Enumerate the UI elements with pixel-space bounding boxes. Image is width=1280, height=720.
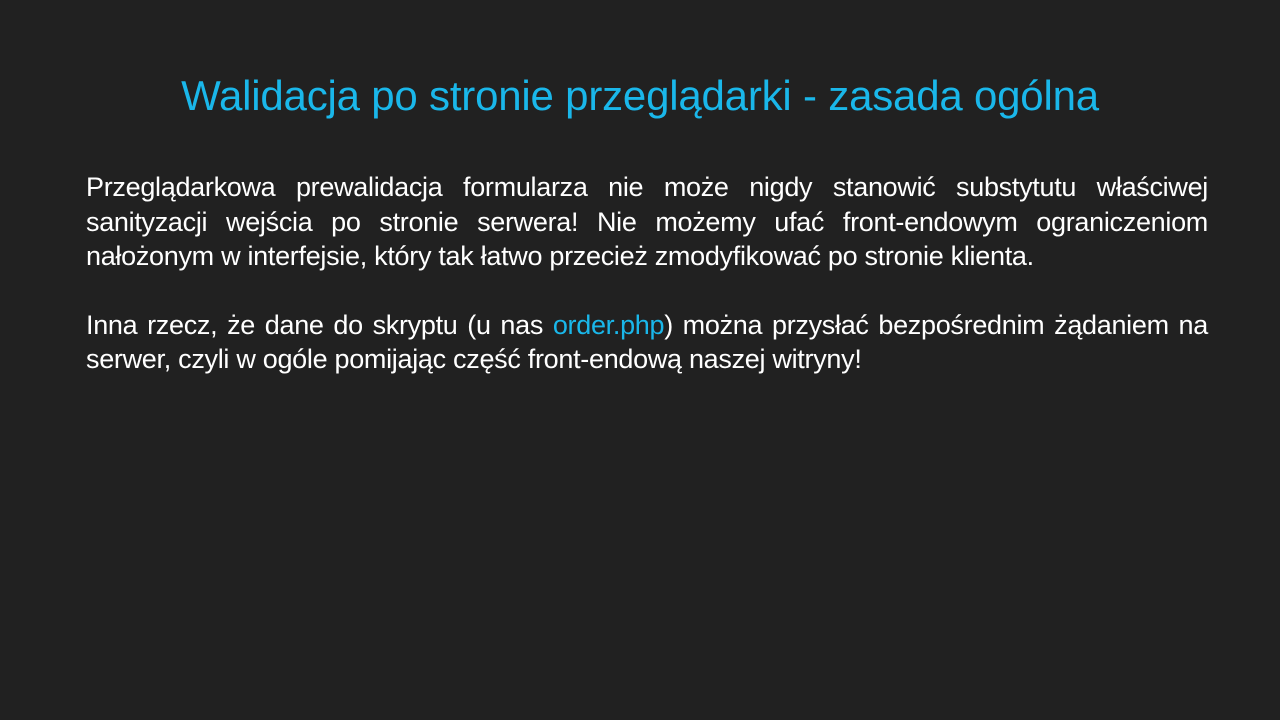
- slide-body: Przeglądarkowa prewalidacja formularza n…: [86, 170, 1208, 377]
- paragraph-2-text-before: Inna rzecz, że dane do skryptu (u nas: [86, 309, 553, 340]
- slide-title: Walidacja po stronie przeglądarki - zasa…: [181, 72, 1099, 119]
- presentation-slide: Walidacja po stronie przeglądarki - zasa…: [0, 0, 1280, 720]
- script-filename-highlight: order.php: [552, 309, 665, 340]
- paragraph-validation-warning: Przeglądarkowa prewalidacja formularza n…: [86, 172, 1208, 271]
- paragraph-direct-request: Inna rzecz, że dane do skryptu (u nas or…: [86, 308, 1208, 377]
